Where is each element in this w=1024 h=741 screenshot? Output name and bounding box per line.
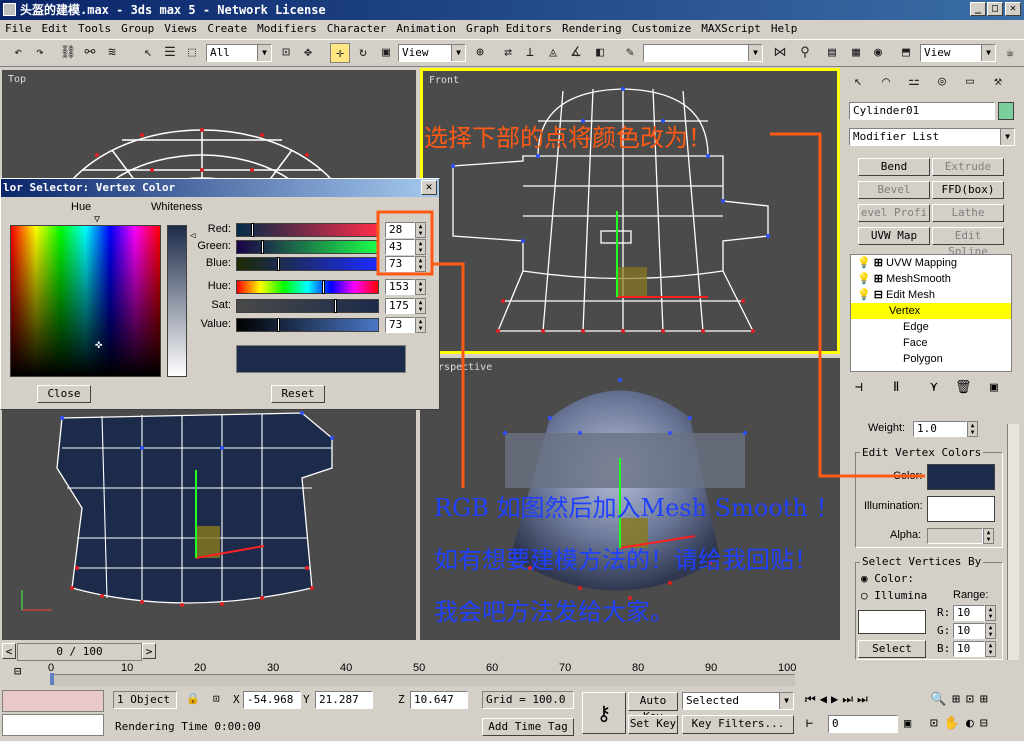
track-tick-label: 20 bbox=[194, 662, 207, 674]
time-config-icon[interactable]: ▣ bbox=[904, 716, 911, 730]
time-slider-thumb[interactable]: 0 / 100 bbox=[17, 643, 142, 661]
viewport-nav-bottom[interactable]: ⊡✋◐⊟ bbox=[930, 716, 994, 731]
add-time-tag-button[interactable]: Add Time Tag bbox=[482, 718, 574, 736]
time-slider: < 0 / 100 > bbox=[0, 642, 1024, 662]
track-tick-label: 80 bbox=[632, 662, 645, 674]
key-selection-dropdown[interactable]: Selected ▼ bbox=[682, 692, 794, 710]
time-next-icon[interactable]: > bbox=[142, 643, 156, 659]
chevron-down-icon: ▼ bbox=[779, 693, 793, 709]
track-tick-label: 10 bbox=[121, 662, 134, 674]
track-bar-ruler[interactable] bbox=[50, 673, 795, 686]
track-tick-label: 60 bbox=[486, 662, 499, 674]
playback-controls[interactable]: ⏮◀▶⏭⏭ bbox=[805, 692, 872, 707]
annotation-line-right bbox=[770, 132, 925, 478]
z-coordinate-field[interactable]: 10.647 bbox=[410, 691, 468, 709]
current-frame-field[interactable]: 0 bbox=[828, 715, 898, 733]
maxscript-listener-white[interactable] bbox=[2, 714, 104, 736]
annotation-highlight-box bbox=[376, 210, 434, 276]
track-tick-label: 100 bbox=[778, 662, 797, 674]
maxscript-listener-pink[interactable] bbox=[2, 690, 104, 712]
key-mode-icon[interactable]: ⊢ bbox=[806, 716, 813, 730]
track-tick-label: 50 bbox=[413, 662, 426, 674]
z-label: Z bbox=[398, 693, 405, 706]
set-key-button[interactable]: Set Key bbox=[628, 715, 678, 734]
time-prev-icon[interactable]: < bbox=[2, 643, 16, 659]
track-tick-label: 90 bbox=[705, 662, 718, 674]
y-coordinate-field[interactable]: 21.287 bbox=[315, 691, 373, 709]
annotation-line-left bbox=[432, 262, 465, 488]
track-bar[interactable]: ⊟ 0 10 20 30 40 50 60 70 80 90 100 bbox=[0, 662, 1024, 688]
track-tick-label: 30 bbox=[267, 662, 280, 674]
key-filters-button[interactable]: Key Filters... bbox=[682, 715, 794, 734]
annotation-text-2: RGB 如图然后加入Mesh Smooth ！ bbox=[434, 494, 840, 522]
x-coordinate-field[interactable]: -54.968 bbox=[243, 691, 301, 709]
track-tick-label: 70 bbox=[559, 662, 572, 674]
annotation-overlay bbox=[376, 132, 925, 488]
set-key-icon[interactable]: ⚷ bbox=[582, 692, 626, 734]
grid-size: Grid = 100.0 bbox=[482, 691, 574, 709]
annotation-text-3: 如有想要建模方法的！请给我回贴！ bbox=[434, 546, 818, 574]
annotation-text-1: 选择下部的点将颜色改为！ bbox=[424, 124, 712, 152]
auto-key-button[interactable]: Auto Key bbox=[628, 692, 678, 723]
rendering-time: Rendering Time 0:00:00 bbox=[115, 720, 261, 733]
x-label: X bbox=[233, 693, 240, 706]
selection-count: 1 Object bbox=[113, 691, 177, 709]
lock-selection-icon[interactable]: 🔒 bbox=[186, 692, 200, 705]
annotation-text-4: 我会吧方法发给大家。 bbox=[434, 598, 674, 626]
y-label: Y bbox=[303, 693, 310, 706]
viewport-nav-top[interactable]: 🔍⊞⊡⊞ bbox=[930, 692, 994, 707]
track-tick-label: 0 bbox=[48, 662, 55, 674]
transform-mode-icon[interactable]: ⊡ bbox=[213, 692, 220, 705]
status-bar: 1 Object 🔒 ⊡ X -54.968 Y 21.287 Z 10.647… bbox=[0, 688, 1024, 741]
track-tick-label: 40 bbox=[340, 662, 353, 674]
track-bar-icon[interactable]: ⊟ bbox=[14, 664, 21, 678]
current-frame-marker bbox=[50, 673, 54, 685]
